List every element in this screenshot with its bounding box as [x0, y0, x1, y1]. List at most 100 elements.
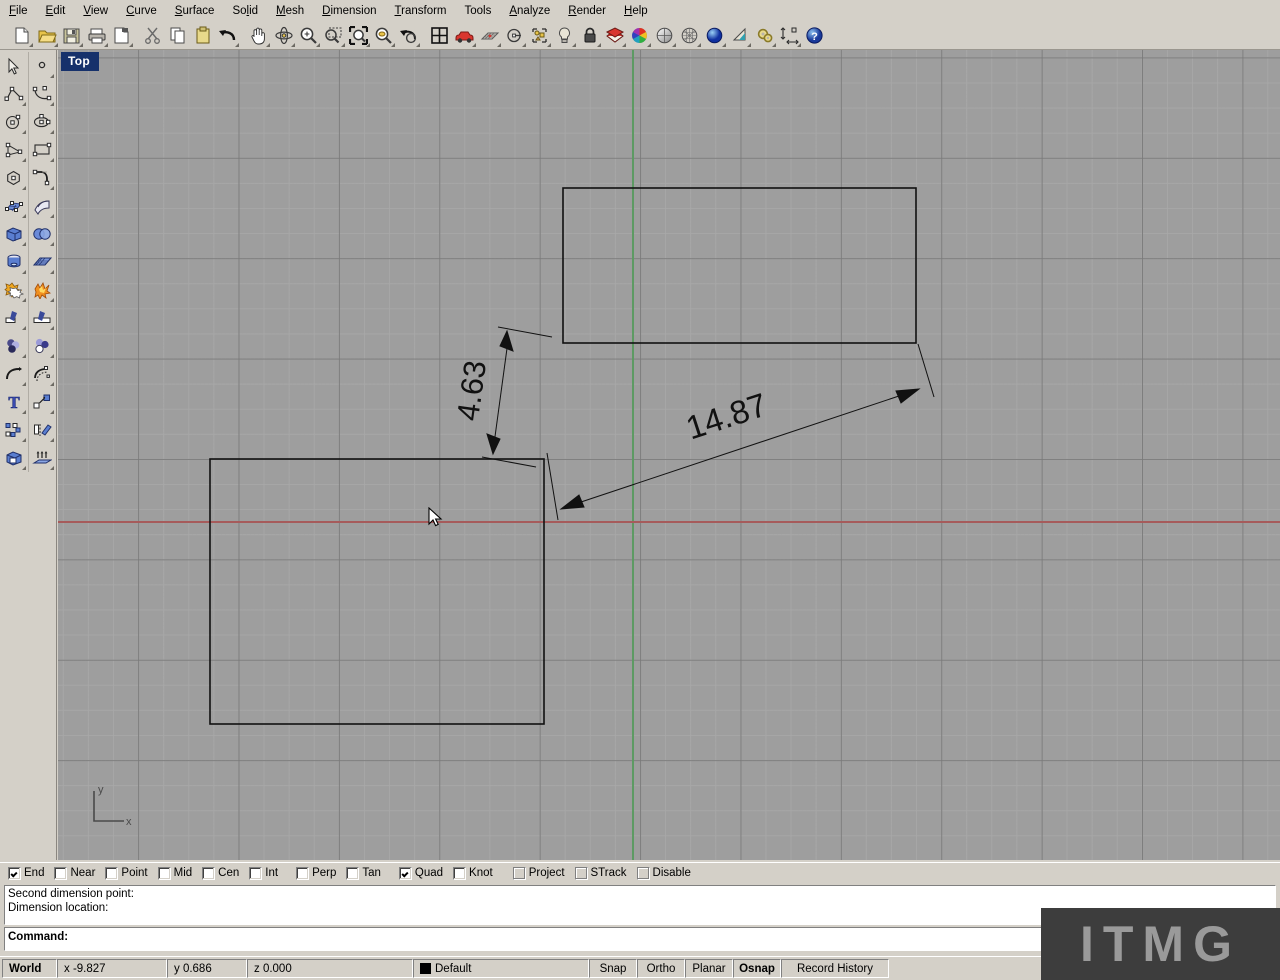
trim-icon[interactable] — [0, 304, 28, 332]
checkbox-icon[interactable] — [105, 866, 119, 880]
extrude-icon[interactable] — [28, 444, 56, 472]
checkbox-icon[interactable] — [54, 866, 68, 880]
box-solid-icon[interactable] — [0, 220, 28, 248]
osnap-quad[interactable]: Quad — [398, 866, 443, 880]
menu-edit[interactable]: Edit — [37, 3, 75, 19]
surface-loft-icon[interactable] — [28, 192, 56, 220]
curve-interpolated-icon[interactable] — [0, 136, 28, 164]
checkbox-icon[interactable] — [636, 866, 650, 880]
checkbox-icon[interactable] — [574, 866, 588, 880]
checkbox-icon[interactable] — [249, 866, 263, 880]
ghosted-view-icon[interactable] — [677, 23, 702, 48]
zoom-window-icon[interactable] — [321, 23, 346, 48]
offset-curve-icon[interactable] — [28, 360, 56, 388]
boolean-difference-icon[interactable] — [0, 332, 28, 360]
zoom-selected-icon[interactable] — [371, 23, 396, 48]
rectangle-icon[interactable] — [28, 136, 56, 164]
arc-icon[interactable] — [28, 80, 56, 108]
checkbox-icon[interactable] — [398, 866, 412, 880]
top-viewport[interactable]: 4.63 14.87 Top y x — [58, 50, 1280, 860]
checkbox-icon[interactable] — [8, 866, 21, 880]
surface-network-icon[interactable] — [28, 248, 56, 276]
cut-icon[interactable] — [140, 23, 165, 48]
status-record-history-toggle[interactable]: Record History — [781, 959, 889, 978]
pan-hand-icon[interactable] — [246, 23, 271, 48]
menu-surface[interactable]: Surface — [166, 3, 224, 19]
osnap-tan[interactable]: Tan — [346, 866, 381, 880]
osnap-near[interactable]: Near — [54, 866, 95, 880]
paste-icon[interactable] — [190, 23, 215, 48]
osnap-mid[interactable]: Mid — [157, 866, 192, 880]
status-current-layer[interactable]: Default — [413, 959, 589, 978]
checkbox-icon[interactable] — [453, 866, 467, 880]
layers-icon[interactable] — [602, 23, 627, 48]
menu-file[interactable]: File — [0, 3, 37, 19]
light-bulb-icon[interactable] — [552, 23, 577, 48]
osnap-cen[interactable]: Cen — [202, 866, 239, 880]
checkbox-icon[interactable] — [512, 866, 526, 880]
osnap-disable[interactable]: Disable — [636, 866, 691, 880]
mirror-icon[interactable] — [28, 416, 56, 444]
menu-dimension[interactable]: Dimension — [313, 3, 385, 19]
menu-mesh[interactable]: Mesh — [267, 3, 313, 19]
osnap-perp[interactable]: Perp — [296, 866, 336, 880]
boolean-intersection-icon[interactable] — [28, 332, 56, 360]
circle-icon[interactable] — [0, 108, 28, 136]
menu-help[interactable]: Help — [615, 3, 657, 19]
status-osnap-toggle[interactable]: Osnap — [733, 959, 781, 978]
status-ortho-toggle[interactable]: Ortho — [637, 959, 685, 978]
flat-shade-icon[interactable] — [727, 23, 752, 48]
options-gear-icon[interactable] — [752, 23, 777, 48]
fillet-curve-icon[interactable] — [0, 360, 28, 388]
explode-icon[interactable] — [28, 276, 56, 304]
rendered-view-icon[interactable] — [702, 23, 727, 48]
checkbox-icon[interactable] — [202, 866, 216, 880]
zoom-extents-icon[interactable] — [346, 23, 371, 48]
status-snap-toggle[interactable]: Snap — [589, 959, 637, 978]
polyline-icon[interactable] — [0, 80, 28, 108]
menu-tools[interactable]: Tools — [456, 3, 501, 19]
menu-solid[interactable]: Solid — [223, 3, 267, 19]
ellipse-icon[interactable] — [28, 108, 56, 136]
osnap-strack[interactable]: STrack — [574, 866, 627, 880]
scale-icon[interactable] — [28, 388, 56, 416]
osnap-point[interactable]: Point — [105, 866, 148, 880]
select-arrow-icon[interactable] — [0, 52, 28, 80]
print-preview-icon[interactable] — [109, 23, 134, 48]
save-file-icon[interactable] — [59, 23, 84, 48]
new-file-icon[interactable] — [9, 23, 34, 48]
print-icon[interactable] — [84, 23, 109, 48]
curve-blend-icon[interactable] — [28, 164, 56, 192]
shaded-view-icon[interactable] — [652, 23, 677, 48]
cylinder-icon[interactable] — [0, 248, 28, 276]
undo-icon[interactable] — [215, 23, 240, 48]
group-objects-icon[interactable] — [527, 23, 552, 48]
osnap-int[interactable]: Int — [249, 866, 278, 880]
point-object-icon[interactable] — [28, 52, 56, 80]
zoom-dynamic-icon[interactable] — [296, 23, 321, 48]
array-icon[interactable] — [0, 416, 28, 444]
object-properties-icon[interactable] — [502, 23, 527, 48]
cap-solid-icon[interactable] — [0, 444, 28, 472]
osnap-project[interactable]: Project — [512, 866, 565, 880]
open-file-icon[interactable] — [34, 23, 59, 48]
menu-curve[interactable]: Curve — [117, 3, 166, 19]
checkbox-icon[interactable] — [296, 866, 310, 880]
text-tool-icon[interactable]: T — [0, 388, 28, 416]
viewport-layout-icon[interactable] — [427, 23, 452, 48]
lock-object-icon[interactable] — [577, 23, 602, 48]
grid-surface-icon[interactable] — [477, 23, 502, 48]
menu-transform[interactable]: Transform — [386, 3, 456, 19]
boolean-union-icon[interactable] — [0, 276, 28, 304]
render-car-icon[interactable] — [452, 23, 477, 48]
osnap-end[interactable]: End — [8, 866, 44, 880]
rotate-view-icon[interactable] — [271, 23, 296, 48]
help-icon[interactable]: ? — [802, 23, 827, 48]
status-planar-toggle[interactable]: Planar — [685, 959, 733, 978]
viewport-title-label[interactable]: Top — [61, 52, 99, 71]
dimension-tool-icon[interactable] — [777, 23, 802, 48]
checkbox-icon[interactable] — [346, 866, 360, 880]
copy-icon[interactable] — [165, 23, 190, 48]
surface-from-points-icon[interactable] — [0, 192, 28, 220]
zoom-previous-icon[interactable] — [396, 23, 421, 48]
